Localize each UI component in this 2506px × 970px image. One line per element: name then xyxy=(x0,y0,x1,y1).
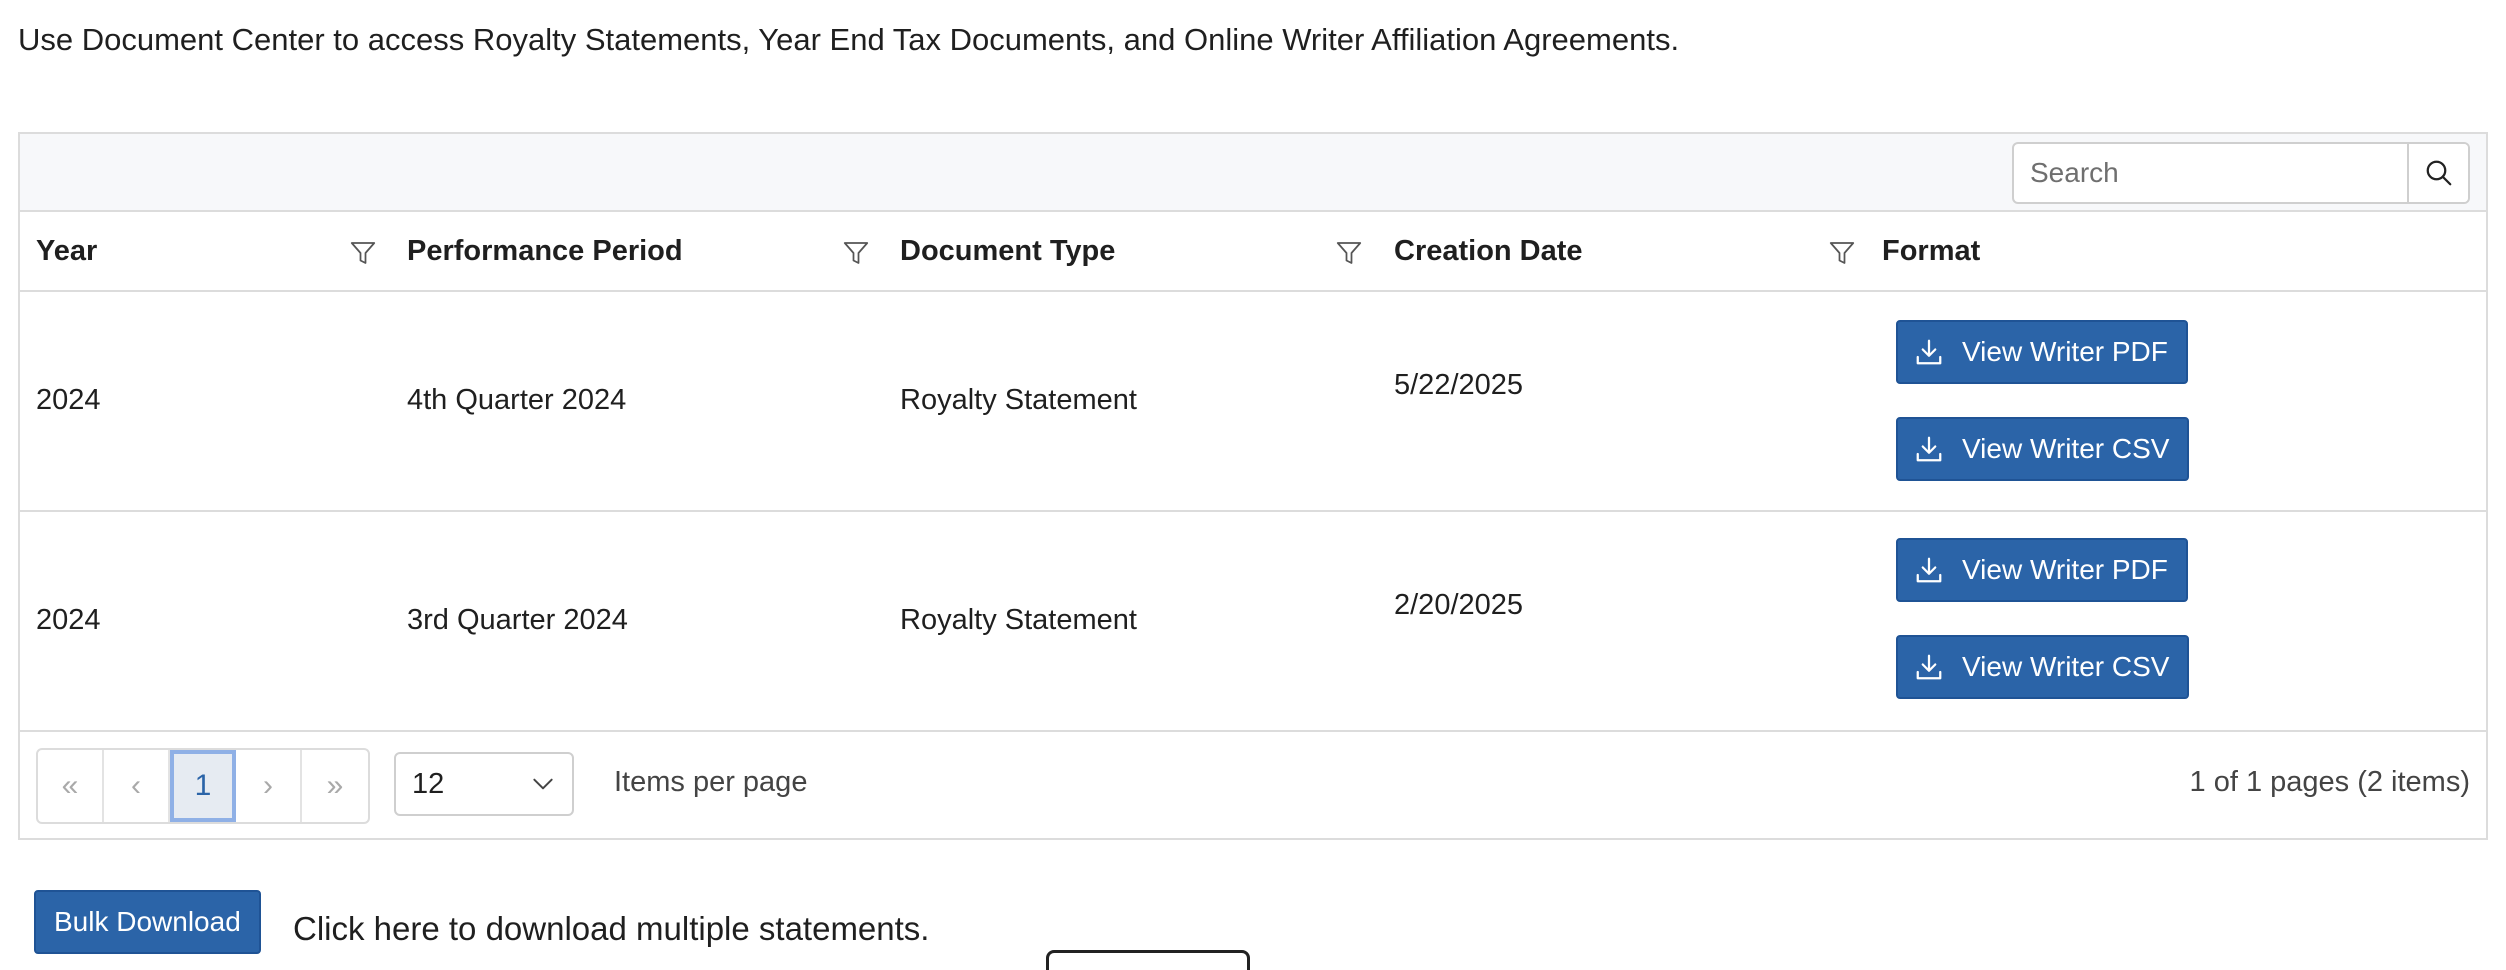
items-per-page-value: 12 xyxy=(412,767,445,800)
view-writer-csv-button[interactable]: View Writer CSV xyxy=(1896,417,2190,481)
last-page-button[interactable]: » xyxy=(302,750,368,822)
chevron-down-icon xyxy=(533,778,553,790)
grid-toolbar xyxy=(20,134,2486,212)
download-icon xyxy=(1916,436,1942,462)
items-per-page-label: Items per page xyxy=(614,766,808,798)
search-input[interactable] xyxy=(2014,144,2407,202)
page-info: 1 of 1 pages (2 items) xyxy=(2189,766,2470,798)
documents-grid: Year Performance Period Document Type Cr… xyxy=(18,132,2488,840)
column-header-document-type[interactable]: Document Type xyxy=(900,212,1115,290)
intro-text: Use Document Center to access Royalty St… xyxy=(18,22,1680,57)
pager: « ‹ 1 › » xyxy=(36,748,370,824)
view-writer-pdf-button[interactable]: View Writer PDF xyxy=(1896,538,2188,602)
button-label: View Writer PDF xyxy=(1962,336,2168,367)
view-writer-csv-button[interactable]: View Writer CSV xyxy=(1896,635,2190,699)
cell-year: 2024 xyxy=(36,384,101,416)
column-header-format: Format xyxy=(1882,234,1981,267)
search-icon xyxy=(2426,160,2451,186)
previous-page-button[interactable]: ‹ xyxy=(104,750,170,822)
next-page-button[interactable]: › xyxy=(236,750,302,822)
cell-performance-period: 3rd Quarter 2024 xyxy=(407,604,628,636)
table-row: 2024 4th Quarter 2024 Royalty Statement … xyxy=(20,292,2486,512)
table-header: Year Performance Period Document Type Cr… xyxy=(20,212,2486,292)
cell-document-type: Royalty Statement xyxy=(900,604,1137,636)
items-per-page-select[interactable]: 12 xyxy=(394,752,574,816)
view-writer-pdf-button[interactable]: View Writer PDF xyxy=(1896,320,2188,384)
first-page-button[interactable]: « xyxy=(38,750,104,822)
bulk-download-button[interactable]: Bulk Download xyxy=(34,890,261,954)
search-box xyxy=(2012,142,2470,204)
cell-year: 2024 xyxy=(36,604,101,636)
cell-document-type: Royalty Statement xyxy=(900,384,1137,416)
column-header-performance-period[interactable]: Performance Period xyxy=(407,212,683,290)
filter-icon[interactable] xyxy=(841,238,871,268)
download-icon xyxy=(1916,557,1942,583)
download-icon xyxy=(1916,339,1942,365)
partially-visible-button[interactable] xyxy=(1046,950,1250,970)
button-label: View Writer CSV xyxy=(1962,651,2170,682)
button-label: View Writer PDF xyxy=(1962,554,2168,585)
button-label: View Writer CSV xyxy=(1962,433,2170,464)
cell-performance-period: 4th Quarter 2024 xyxy=(407,384,627,416)
search-button[interactable] xyxy=(2407,144,2468,202)
page-1-button[interactable]: 1 xyxy=(170,750,236,822)
cell-creation-date: 5/22/2025 xyxy=(1394,369,1524,401)
bulk-download-description: Click here to download multiple statemen… xyxy=(293,910,930,947)
filter-icon[interactable] xyxy=(1827,238,1857,268)
column-header-creation-date[interactable]: Creation Date xyxy=(1394,212,1583,290)
column-header-year[interactable]: Year xyxy=(36,212,97,290)
pager-bar: « ‹ 1 › » 12 Items per page 1 of 1 pages… xyxy=(20,732,2486,840)
download-icon xyxy=(1916,654,1942,680)
filter-icon[interactable] xyxy=(348,238,378,268)
table-row: 2024 3rd Quarter 2024 Royalty Statement … xyxy=(20,512,2486,732)
cell-creation-date: 2/20/2025 xyxy=(1394,589,1524,621)
filter-icon[interactable] xyxy=(1334,238,1364,268)
